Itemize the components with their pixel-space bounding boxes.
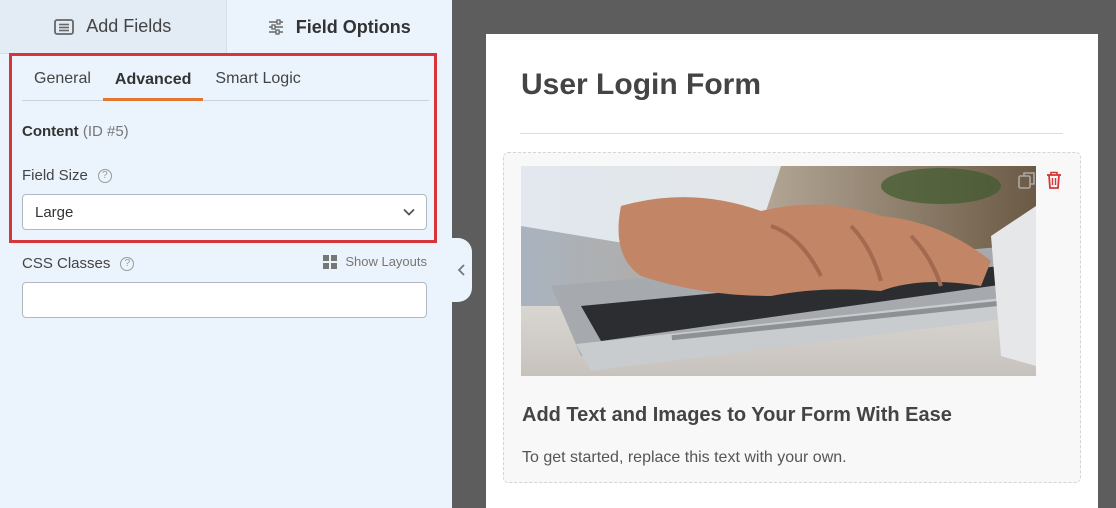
help-icon[interactable]: ? — [97, 168, 112, 183]
field-title: Content (ID #5) — [22, 123, 129, 140]
options-sub-tabs: General Advanced Smart Logic — [22, 54, 429, 101]
duplicate-icon[interactable] — [1018, 171, 1036, 189]
show-layouts-label: Show Layouts — [345, 254, 427, 269]
laptop-typing-image — [521, 166, 1036, 376]
sliders-icon — [268, 19, 283, 35]
form-preview-card: User Login Form Add Text and Images to Y… — [486, 34, 1098, 508]
chevron-left-icon — [457, 264, 465, 276]
chevron-down-icon — [403, 208, 415, 216]
tab-add-fields[interactable]: Add Fields — [0, 0, 226, 54]
css-classes-label: CSS Classes — [22, 255, 111, 272]
css-classes-label-row: CSS Classes ? — [22, 255, 135, 272]
tab-field-options-label: Field Options — [295, 16, 411, 37]
help-icon[interactable]: ? — [120, 256, 135, 271]
tab-field-options[interactable]: Field Options — [225, 0, 452, 54]
show-layouts-link[interactable]: Show Layouts — [323, 254, 427, 269]
content-description: To get started, replace this text with y… — [522, 449, 847, 466]
tab-add-fields-label: Add Fields — [86, 16, 172, 36]
content-heading: Add Text and Images to Your Form With Ea… — [522, 404, 952, 426]
field-id-label: (ID #5) — [82, 123, 129, 140]
grid-icon — [323, 254, 338, 269]
title-divider — [520, 133, 1063, 134]
collapse-panel-toggle[interactable] — [452, 238, 472, 302]
content-field[interactable]: Add Text and Images to Your Form With Ea… — [503, 152, 1081, 483]
trash-icon[interactable] — [1046, 171, 1062, 189]
css-classes-input[interactable] — [22, 282, 427, 318]
field-type-label: Content — [22, 123, 79, 140]
tab-advanced[interactable]: Advanced — [102, 71, 204, 101]
form-title: User Login Form — [521, 68, 762, 101]
list-icon — [54, 18, 75, 35]
field-options-panel: Add Fields Field Options General Advance… — [0, 0, 452, 508]
field-size-select[interactable]: Large — [22, 194, 427, 230]
tab-smart-logic[interactable]: Smart Logic — [203, 70, 312, 100]
field-size-label: Field Size — [22, 167, 88, 184]
field-size-value: Large — [35, 203, 74, 221]
tab-general[interactable]: General — [22, 70, 103, 100]
panel-tabs: Add Fields Field Options — [0, 0, 452, 54]
field-actions — [1018, 171, 1062, 189]
field-size-label-row: Field Size ? — [22, 167, 112, 184]
